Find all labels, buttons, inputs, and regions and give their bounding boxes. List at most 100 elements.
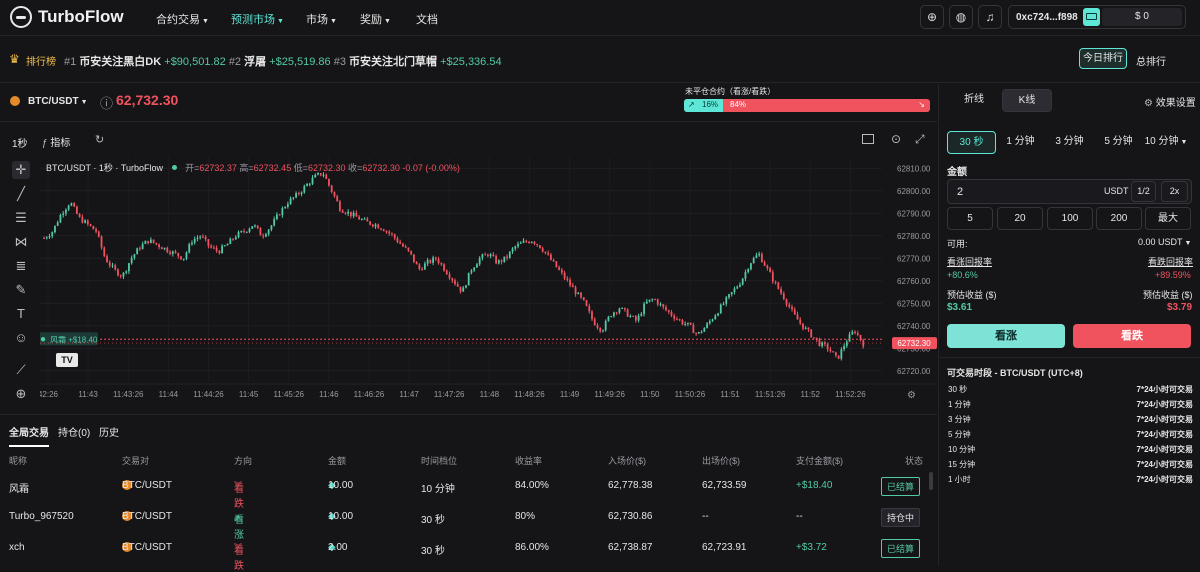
emoji-icon[interactable]: ☺ — [12, 329, 30, 347]
nav-market[interactable]: 市场 ▼ — [306, 11, 337, 27]
nav-contract[interactable]: 合约交易 ▼ — [156, 11, 209, 27]
brand-logo[interactable]: TurboFlow — [10, 6, 124, 28]
duration-3m[interactable]: 3 分钟 — [1045, 131, 1094, 154]
candle-body — [725, 297, 728, 304]
duration-30s[interactable]: 30 秒 — [947, 131, 996, 154]
today-rank-button[interactable]: 今日排行 — [1079, 48, 1127, 69]
table-row[interactable]: xch BTC/USDT ︾ 看跌 ◆ 2.00 30 秒 86.00% 62,738.87 6… — [0, 532, 937, 572]
bet-up-button[interactable]: 看涨 — [947, 324, 1065, 348]
candle-body — [511, 248, 514, 252]
layout-icon[interactable] — [862, 134, 874, 144]
schedule-row: 30 秒 7*24小时可交易 — [948, 384, 1193, 398]
globe-icon[interactable]: ◍ — [949, 5, 973, 29]
candle-body — [286, 204, 289, 208]
candle-body — [613, 312, 615, 317]
candle-body — [182, 258, 185, 260]
replay-icon[interactable]: ↻ — [95, 133, 104, 146]
candle-body — [473, 267, 476, 271]
col-nick: 昵称 — [9, 456, 28, 466]
ruler-icon[interactable]: ⟋ — [12, 361, 30, 379]
amount-input[interactable]: 2 USDT 1/2 2x — [947, 179, 1192, 204]
price-chart[interactable]: 62810.00 62800.00 62790.00 62780.00 62770.00… — [38, 157, 937, 407]
candle-body — [840, 349, 843, 359]
tab-history[interactable]: 历史 — [99, 424, 119, 439]
total-rank-button[interactable]: 总排行 — [1136, 53, 1166, 68]
fib-icon[interactable]: ≣ — [12, 257, 30, 275]
fullscreen-icon[interactable]: ⤢ — [915, 132, 925, 147]
half-button[interactable]: 1/2 — [1131, 181, 1156, 202]
y-tick-label: 62800.00 — [897, 187, 931, 196]
double-button[interactable]: 2x — [1161, 181, 1188, 202]
crosshair-icon[interactable]: ✛ — [12, 161, 30, 179]
download-icon[interactable]: ⊕ — [920, 5, 944, 29]
tab-positions[interactable]: 持仓(0) — [58, 424, 90, 439]
preset-max[interactable]: 最大 — [1145, 207, 1191, 230]
candle-body — [369, 221, 371, 225]
info-icon[interactable]: ⓘ — [100, 93, 113, 112]
brush-icon[interactable]: ✎ — [12, 281, 30, 299]
candle-body — [643, 303, 645, 314]
candle-body — [571, 285, 574, 288]
candle-body — [440, 263, 443, 265]
candle-body — [226, 244, 229, 246]
schedule-duration: 1 小时 — [948, 475, 971, 484]
screenshot-icon[interactable]: ⊙ — [891, 132, 901, 146]
table-scrollbar[interactable] — [929, 472, 933, 490]
candle-body — [402, 243, 404, 247]
col-direction: 方向 — [234, 456, 253, 466]
interval-select[interactable]: 1秒 — [12, 135, 28, 150]
pattern-icon[interactable]: ⋈ — [12, 233, 30, 251]
candle-body — [262, 235, 265, 237]
nav-docs[interactable]: 文档 — [416, 11, 438, 27]
candle-body — [536, 243, 539, 246]
pair-selector[interactable]: BTC/USDT ▼ — [28, 96, 88, 107]
bet-down-button[interactable]: 看跌 — [1073, 324, 1191, 348]
indicator-button[interactable]: ƒ 指标 — [42, 134, 70, 149]
candle-body — [256, 225, 259, 229]
candle-body — [544, 251, 547, 253]
candle-body — [78, 213, 81, 217]
preset-100[interactable]: 100 — [1047, 207, 1093, 230]
candle-body — [382, 229, 385, 232]
candle-body — [851, 331, 854, 335]
duration-5m[interactable]: 5 分钟 — [1094, 131, 1143, 154]
tab-line[interactable]: 折线 — [949, 89, 999, 112]
preset-5[interactable]: 5 — [947, 207, 993, 230]
candle-body — [218, 250, 221, 254]
x-tick-label: 11:47 — [399, 390, 419, 399]
hlines-icon[interactable]: ☰ — [12, 209, 30, 227]
candle-body — [530, 241, 533, 244]
candle-body — [141, 243, 144, 249]
y-tick-label: 62750.00 — [897, 299, 931, 308]
table-row[interactable]: 风霜 BTC/USDT ︾ 看跌 ◆ 10.00 10 分钟 84.00% 62,778.38… — [0, 470, 937, 510]
table-row[interactable]: Turbo_967520 BTC/USDT ︽ 看涨 ◆ 10.00 30 秒 80% 62,… — [0, 501, 937, 541]
wallet-address: 0xc724...f898 — [1016, 12, 1078, 23]
candle-body — [432, 257, 434, 263]
tab-global-trades[interactable]: 全局交易 — [9, 424, 49, 447]
zoom-icon[interactable]: ⊕ — [12, 385, 30, 403]
candle-body — [149, 239, 152, 243]
duration-10m[interactable]: 10 分钟 ▼ — [1140, 131, 1192, 154]
available-value[interactable]: 0.00 USDT ▼ — [1138, 237, 1191, 247]
text-tool-icon[interactable]: T — [12, 305, 30, 323]
candle-body — [489, 254, 492, 257]
candle-body — [391, 233, 393, 235]
x-tick-label: 11:45:26 — [273, 390, 304, 399]
preset-20[interactable]: 20 — [997, 207, 1043, 230]
preset-200[interactable]: 200 — [1096, 207, 1142, 230]
nav-rewards[interactable]: 奖励 ▼ — [360, 11, 391, 27]
tab-kline[interactable]: K线 — [1002, 89, 1052, 112]
candle-body — [604, 320, 607, 331]
trendline-icon[interactable]: ╱ — [12, 185, 30, 203]
candle-body — [602, 330, 604, 332]
candle-body — [404, 246, 407, 248]
candle-body — [799, 319, 802, 324]
wallet-box[interactable]: 0xc724...f898 $ 0 — [1008, 5, 1186, 29]
y-tick-label: 62740.00 — [897, 322, 931, 331]
candle-body — [212, 247, 215, 249]
cell-time: 30 秒 — [421, 515, 445, 526]
duration-1m[interactable]: 1 分钟 — [996, 131, 1045, 154]
effects-settings-button[interactable]: ⚙ 效果设置 — [1144, 94, 1196, 109]
bell-icon[interactable]: ♫ — [978, 5, 1002, 29]
nav-prediction[interactable]: 预测市场 ▼ — [231, 11, 284, 27]
